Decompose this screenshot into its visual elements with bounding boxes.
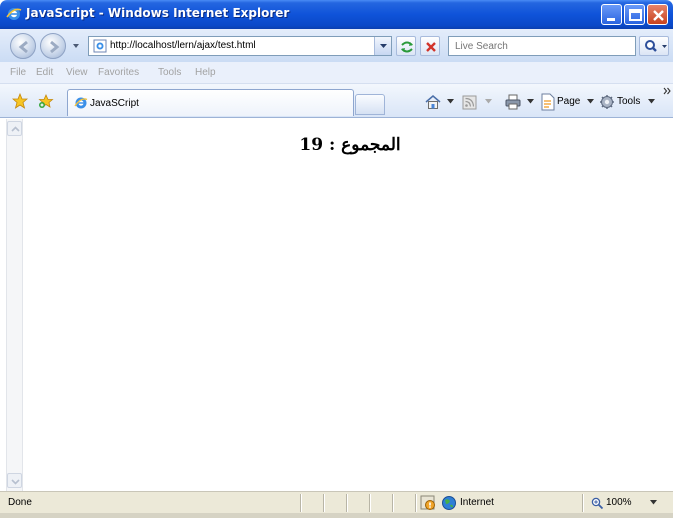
page-dropdown-icon[interactable] [587, 99, 594, 104]
stop-button[interactable] [420, 36, 440, 56]
home-dropdown-icon[interactable] [447, 99, 454, 104]
feeds-icon[interactable] [462, 93, 478, 111]
zoom-dropdown-icon[interactable] [650, 500, 657, 505]
new-tab-button[interactable] [355, 94, 385, 115]
maximize-icon [629, 9, 642, 21]
ie-logo-icon [6, 8, 22, 20]
chevron-up-icon [11, 126, 20, 132]
search-icon [645, 40, 667, 52]
zoom-level[interactable]: 100% [606, 497, 632, 508]
ie-tab-icon [74, 97, 88, 109]
zone-text: Internet [460, 497, 494, 508]
page-icon[interactable] [541, 93, 555, 111]
ie-page-icon [93, 39, 107, 53]
status-divider [346, 494, 348, 512]
globe-icon [442, 496, 456, 510]
scroll-down-button[interactable] [7, 473, 22, 488]
search-input[interactable] [449, 37, 629, 55]
forward-button[interactable] [40, 33, 66, 59]
tab-bar: JavaSCript Page Tools [0, 84, 673, 118]
address-bar[interactable]: http://localhost/lern/ajax/test.html [88, 36, 392, 56]
add-favorites-icon[interactable] [38, 93, 54, 109]
status-divider [323, 494, 325, 512]
vertical-scrollbar[interactable] [6, 119, 23, 491]
search-box[interactable] [448, 36, 636, 56]
tab-label: JavaSCript [90, 98, 139, 109]
search-button[interactable] [639, 36, 669, 56]
status-divider [582, 494, 584, 512]
page-content: المجموع : 19 [0, 119, 673, 491]
menu-tools[interactable]: Tools [158, 67, 181, 78]
back-button[interactable] [10, 33, 36, 59]
menu-favorites[interactable]: Favorites [98, 67, 139, 78]
history-dropdown-icon[interactable] [72, 41, 80, 51]
security-icon[interactable] [420, 495, 436, 511]
scroll-up-button[interactable] [7, 121, 22, 136]
page-heading: المجموع : 19 [299, 135, 401, 155]
maximize-button[interactable] [624, 4, 645, 25]
favorites-star-icon[interactable] [12, 93, 28, 109]
tools-menu-label[interactable]: Tools [617, 96, 640, 107]
menu-view[interactable]: View [66, 67, 88, 78]
minimize-button[interactable] [601, 4, 622, 25]
print-icon[interactable] [504, 93, 522, 111]
feeds-dropdown-icon[interactable] [485, 99, 492, 104]
status-text: Done [8, 497, 32, 508]
forward-icon [50, 40, 60, 54]
menu-edit[interactable]: Edit [36, 67, 53, 78]
status-divider [300, 494, 302, 512]
refresh-button[interactable] [396, 36, 416, 56]
address-toolbar: http://localhost/lern/ajax/test.html [0, 29, 673, 62]
close-button[interactable] [647, 4, 668, 25]
tools-gear-icon[interactable] [599, 93, 615, 111]
title-bar[interactable]: JavaScript - Windows Internet Explorer [0, 0, 673, 29]
minimize-icon [607, 18, 615, 21]
stop-icon [426, 42, 436, 52]
chevron-overflow-icon[interactable] [663, 87, 671, 95]
window-title: JavaScript - Windows Internet Explorer [26, 6, 290, 20]
back-icon [18, 40, 28, 54]
refresh-icon [401, 41, 413, 53]
window-bottom-border [0, 513, 673, 518]
tools-dropdown-icon[interactable] [648, 99, 655, 104]
chevron-down-icon [380, 44, 387, 48]
page-menu-label[interactable]: Page [557, 96, 580, 107]
status-bar: Done Internet 100% [0, 491, 673, 513]
address-dropdown-button[interactable] [374, 37, 391, 55]
status-divider [392, 494, 394, 512]
menu-file[interactable]: File [10, 67, 26, 78]
chevron-down-icon [11, 479, 20, 485]
tab-javascript[interactable]: JavaSCript [67, 89, 354, 116]
close-icon [653, 10, 664, 21]
url-text[interactable]: http://localhost/lern/ajax/test.html [110, 40, 256, 51]
menu-bar: File Edit View Favorites Tools Help [0, 62, 673, 84]
home-icon[interactable] [424, 93, 442, 111]
status-divider [415, 494, 417, 512]
zoom-icon[interactable] [591, 497, 604, 510]
status-divider [369, 494, 371, 512]
menu-help[interactable]: Help [195, 67, 216, 78]
print-dropdown-icon[interactable] [527, 99, 534, 104]
